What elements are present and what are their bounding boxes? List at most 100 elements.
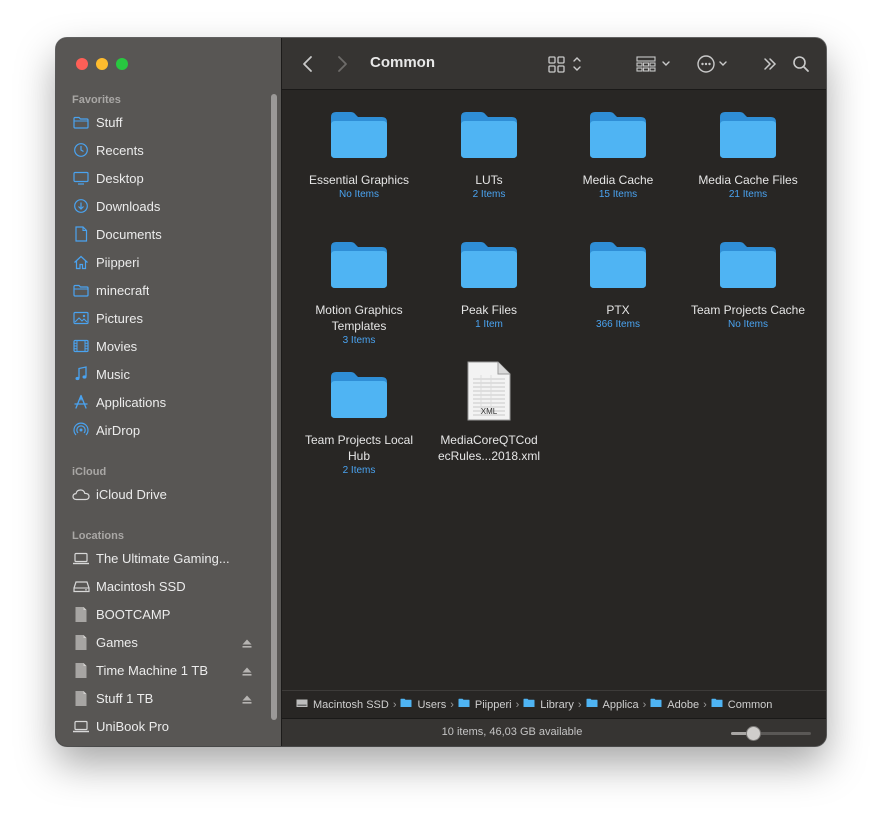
sidebar-item-label: The Ultimate Gaming... [96,550,230,566]
sidebar-item-bootcamp[interactable]: BOOTCAMP [72,602,262,626]
folder-item[interactable]: Motion Graphics Templates 3 Items [294,237,424,348]
file-grid: Essential Graphics No Items LUTs 2 Items… [282,91,826,689]
sidebar-item-pictures[interactable]: Pictures [72,306,262,330]
xml-badge: XML [481,407,498,416]
sidebar-item-label: UniBook Pro [96,718,169,734]
slider-knob[interactable] [746,726,762,741]
path-crumb-macintosh-ssd[interactable]: Macintosh SSD [296,698,389,711]
eject-icon[interactable] [242,695,252,704]
path-crumb-label: Users [417,698,447,711]
sidebar-item-network[interactable]: Network [72,742,262,746]
minimize-window-button[interactable] [96,58,108,70]
laptop-icon [72,549,90,567]
sidebar-item-label: BOOTCAMP [96,606,171,622]
sidebar-item-label: Games [96,634,138,650]
window-title: Common [370,54,435,71]
sidebar-section-icloud: iCloud [72,466,107,478]
folder-item[interactable]: LUTs 2 Items [424,107,554,202]
sidebar-item-label: Pictures [96,310,143,326]
forward-button[interactable] [336,38,348,90]
home-icon [72,253,90,271]
view-mode-button[interactable] [548,38,586,90]
sidebar-item-label: Applications [96,394,167,410]
download-icon [72,197,90,215]
folder-item[interactable]: Peak Files 1 Item [424,237,554,332]
sidebar-item-recents[interactable]: Recents [72,138,262,162]
eject-icon[interactable] [242,639,252,648]
folder-icon [329,237,389,291]
folder-item[interactable]: PTX 366 Items [553,237,683,332]
item-count: 15 Items [598,189,638,200]
folder-icon [459,237,519,291]
folder-item[interactable]: Media Cache 15 Items [553,107,683,202]
item-count: 366 Items [596,319,640,330]
item-name: Team Projects Local Hub [304,433,414,463]
chevron-left-icon [303,56,312,72]
xml-file-icon: XML [459,361,519,421]
path-crumb-piipperi[interactable]: Piipperi [458,698,512,711]
disk-icon [72,661,90,679]
sidebar-scrollbar[interactable] [271,94,277,720]
close-window-button[interactable] [76,58,88,70]
zoom-window-button[interactable] [116,58,128,70]
path-crumb-adobe[interactable]: Adobe [650,698,699,711]
sidebar-item-airdrop[interactable]: AirDrop [72,418,262,442]
item-name: PTX [606,303,630,317]
item-name: Essential Graphics [308,173,410,187]
eject-icon[interactable] [242,667,252,676]
item-name: MediaCoreQTCod ecRules...2018.xml [437,433,541,463]
back-button[interactable] [302,38,314,90]
sidebar-item-applications[interactable]: Applications [72,390,262,414]
folder-icon [650,698,667,711]
folder-icon [718,107,778,161]
sidebar-item-stuff[interactable]: Stuff [72,110,262,134]
desktop-icon [72,169,90,187]
sidebar-item-icloud-drive[interactable]: iCloud Drive [72,482,262,506]
folder-icon [588,237,648,291]
status-text: 10 items, 46,03 GB available [441,726,583,738]
path-separator-icon: › [703,698,707,711]
sidebar-item-music[interactable]: Music [72,362,262,386]
search-button[interactable] [792,38,810,90]
path-crumb-library[interactable]: Library [523,698,574,711]
item-count: 21 Items [728,189,768,200]
folder-item[interactable]: Team Projects Local Hub 2 Items [294,367,424,478]
item-name: LUTs [475,173,503,187]
folder-icon [400,698,417,711]
item-count: No Items [338,189,379,200]
path-crumb-label: Library [540,698,574,711]
path-crumb-applica[interactable]: Applica [586,698,639,711]
sidebar-item-the-ultimate-gaming[interactable]: The Ultimate Gaming... [72,546,262,570]
path-separator-icon: › [392,698,397,711]
path-crumb-label: Adobe [667,698,700,711]
laptop-icon [72,717,90,735]
sidebar-item-stuff-1-tb[interactable]: Stuff 1 TB [72,686,262,710]
item-name: Media Cache [582,173,654,187]
folder-icon [586,698,603,711]
sidebar-item-time-machine-1-tb[interactable]: Time Machine 1 TB [72,658,262,682]
sidebar-item-downloads[interactable]: Downloads [72,194,262,218]
sidebar-item-piipperi[interactable]: Piipperi [72,250,262,274]
action-menu-button[interactable] [696,38,732,90]
folder-item[interactable]: Essential Graphics No Items [294,107,424,202]
path-crumb-label: Piipperi [474,698,512,711]
sidebar-item-documents[interactable]: Documents [72,222,262,246]
sidebar-item-minecraft[interactable]: minecraft [72,278,262,302]
folder-item[interactable]: Media Cache Files 21 Items [683,107,813,202]
sidebar: Favorites Stuff Recents Desktop Download… [56,38,282,746]
group-button[interactable] [636,38,674,90]
file-item[interactable]: XML MediaCoreQTCod ecRules...2018.xml [424,361,554,464]
sidebar-item-desktop[interactable]: Desktop [72,166,262,190]
more-toolbar-button[interactable] [762,38,778,90]
folder-item[interactable]: Team Projects Cache No Items [683,237,813,332]
sidebar-item-games[interactable]: Games [72,630,262,654]
path-crumb-users[interactable]: Users [400,698,446,711]
sidebar-item-unibook-pro[interactable]: UniBook Pro [72,714,262,738]
icon-size-slider[interactable] [731,726,811,741]
ellipsis-circle-icon [697,55,727,73]
path-crumb-common[interactable]: Common [711,698,772,711]
sidebar-item-macintosh-ssd[interactable]: Macintosh SSD [72,574,262,598]
item-name: Media Cache Files [698,173,798,187]
sidebar-item-movies[interactable]: Movies [72,334,262,358]
path-crumb-label: Applica [602,698,639,711]
